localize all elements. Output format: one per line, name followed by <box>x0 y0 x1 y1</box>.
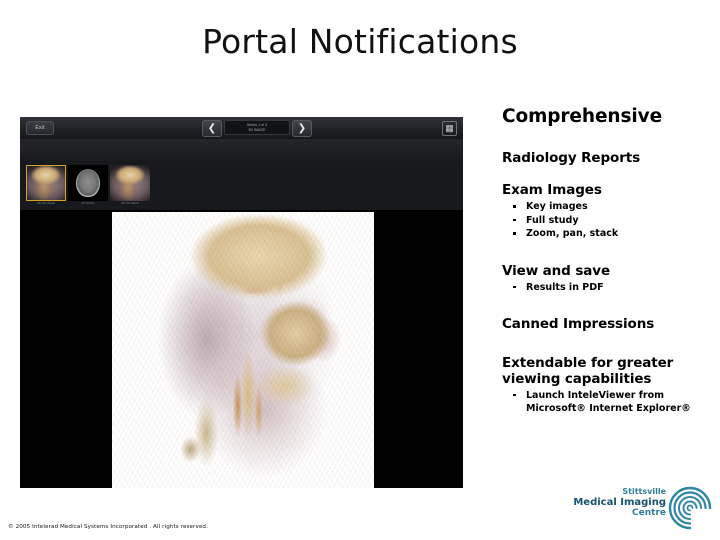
logo-text: Stittsville Medical Imaging Centre <box>570 487 666 519</box>
thumbnail-3d-volume-2[interactable] <box>110 165 150 201</box>
concentric-arcs-icon <box>666 486 714 530</box>
logo-line-3: Centre <box>632 508 666 519</box>
square-bullet-icon <box>513 232 516 235</box>
thumbnail-axial-ct[interactable] <box>68 165 108 201</box>
stittsville-medical-imaging-logo: Stittsville Medical Imaging Centre <box>570 486 716 534</box>
exam-images-bullet-list: Key images Full study Zoom, pan, stack <box>502 200 712 240</box>
square-bullet-icon <box>513 285 516 289</box>
thumbnail-strip: 3D VR HEAD CT AXIAL 3D VR NECK <box>20 163 463 211</box>
logo-line-2: Medical Imaging <box>573 496 666 508</box>
square-bullet-icon <box>513 205 516 208</box>
thumbnail-caption-2: CT AXIAL <box>81 201 95 205</box>
heading-exam-images: Exam Images <box>502 182 602 199</box>
list-item-label: Results in PDF <box>526 281 604 293</box>
list-item-label: Full study <box>526 214 579 226</box>
heading-extendable-line2: viewing capabilities <box>502 370 652 387</box>
panel-icon[interactable]: ▦ <box>442 121 457 136</box>
viewer-topbar: Exit ❮ Series 1 of 3 3D IMAGE ❯ ▦ <box>20 117 463 140</box>
thumbnail-caption-1: 3D VR HEAD <box>36 201 55 205</box>
exit-button[interactable]: Exit <box>26 121 54 135</box>
logo-line-1: Stittsville <box>622 487 666 496</box>
copyright-footer: © 2005 Intelerad Medical Systems Incorpo… <box>8 524 208 530</box>
list-item-label: Zoom, pan, stack <box>526 228 619 240</box>
viewer-toolbar: Thumbnails ◫ ☀ ✋ 🔍 ⟳ <box>20 139 463 181</box>
list-item: Zoom, pan, stack <box>513 227 712 240</box>
series-navigation: ❮ Series 1 of 3 3D IMAGE ❯ <box>202 120 312 137</box>
thumbnail-image <box>26 165 66 201</box>
content-column: Comprehensive Radiology Reports Exam Ima… <box>502 106 712 416</box>
view-and-save-bullet-list: Results in PDF <box>502 281 712 294</box>
list-item: Results in PDF <box>513 281 712 294</box>
thumbnail-image <box>110 165 150 201</box>
main-image-area[interactable] <box>20 210 463 488</box>
list-item-label: Key images <box>526 201 588 213</box>
list-item-label: Launch InteleViewer from Microsoft® Inte… <box>526 389 691 415</box>
inteleviewer-screenshot: Exit ❮ Series 1 of 3 3D IMAGE ❯ ▦ Thumbn… <box>20 117 463 488</box>
series-label-line2: 3D IMAGE <box>248 127 266 132</box>
thumbnail-caption-3: 3D VR NECK <box>120 201 139 205</box>
heading-view-and-save: View and save <box>502 262 611 279</box>
arrow-right-icon[interactable]: ❯ <box>292 120 312 137</box>
list-item: Full study <box>513 214 712 227</box>
volume-render-image <box>112 212 374 488</box>
volume-render-canvas[interactable] <box>112 212 374 488</box>
heading-extendable-line1: Extendable for greater <box>502 354 674 371</box>
series-label: Series 1 of 3 3D IMAGE <box>224 120 290 135</box>
heading-comprehensive: Comprehensive <box>502 106 663 127</box>
square-bullet-icon <box>513 218 516 222</box>
extendable-bullet-list: Launch InteleViewer from Microsoft® Inte… <box>502 389 712 416</box>
arrow-left-icon[interactable]: ❮ <box>202 120 222 137</box>
square-bullet-icon <box>513 393 516 397</box>
heading-radiology-reports: Radiology Reports <box>502 149 641 166</box>
thumbnail-3d-volume-1[interactable] <box>26 165 66 201</box>
list-item: Key images <box>513 200 712 213</box>
list-item: Launch InteleViewer from Microsoft® Inte… <box>513 389 712 416</box>
heading-canned-impressions: Canned Impressions <box>502 316 655 333</box>
page-title: Portal Notifications <box>202 22 518 61</box>
thumbnail-image <box>68 165 108 201</box>
